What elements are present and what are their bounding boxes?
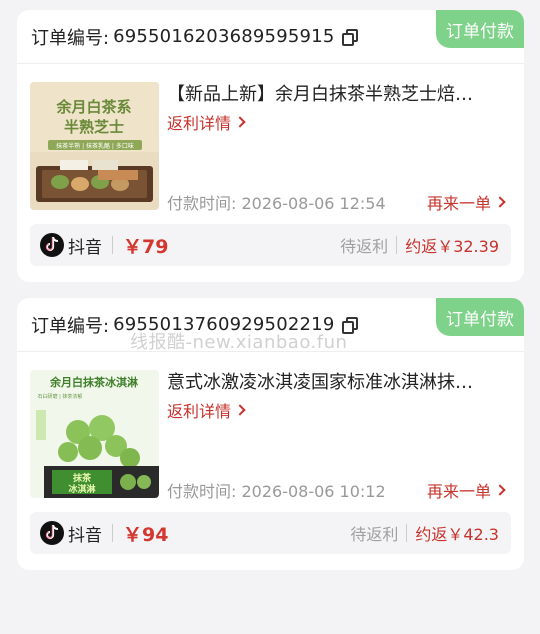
order-number: 6955016203689595915: [113, 26, 335, 47]
order-number-label: 订单编号:: [31, 27, 110, 49]
order-amount: ￥79: [123, 235, 169, 258]
order-summary-bar: 抖音 ￥79 待返利 约返￥32.39: [30, 224, 511, 266]
rebate-status: 待返利: [340, 237, 389, 256]
pay-time: 付款时间: 2026-08-06 10:12: [167, 482, 386, 501]
order-header: 订单编号: 6955016203689595915 订单付款: [17, 10, 524, 64]
chevron-right-icon: [494, 484, 506, 496]
status-badge: 订单付款: [436, 298, 524, 336]
order-amount: ￥94: [123, 523, 169, 546]
reorder-label: 再来一单: [426, 482, 491, 501]
rebate-status: 待返利: [350, 525, 399, 544]
reorder-label: 再来一单: [426, 194, 491, 213]
image-subtext: 抹茶半熟 | 抹茶乳酪 | 多口味: [56, 142, 134, 150]
order-header: 订单编号: 6955013760929502219 订单付款: [17, 298, 524, 352]
divider: [406, 524, 408, 542]
order-summary-bar: 抖音 ￥94 待返利 约返￥42.3: [30, 512, 511, 554]
copy-icon[interactable]: [342, 28, 360, 46]
chevron-right-icon: [494, 196, 506, 208]
image-box-text1: 抹茶: [73, 472, 92, 484]
order-card[interactable]: 订单编号: 6955013760929502219 订单付款 余月白抹茶冰淇淋 …: [17, 298, 524, 570]
order-number-label: 订单编号:: [31, 315, 110, 337]
divider: [396, 236, 398, 254]
image-text-line1: 余月白抹茶冰淇淋: [49, 375, 138, 389]
image-text-line1: 余月白茶系: [55, 98, 131, 116]
product-title[interactable]: 意式冰激凌冰淇凌国家标准冰淇淋抹…: [167, 368, 507, 394]
image-box-text2: 冰淇淋: [68, 483, 95, 495]
chevron-right-icon: [234, 116, 246, 128]
chevron-right-icon: [234, 404, 246, 416]
divider: [112, 236, 113, 254]
estimated-rebate: 约返￥42.3: [415, 525, 499, 544]
status-badge: 订单付款: [436, 10, 524, 48]
platform-name: 抖音: [68, 525, 102, 546]
image-subtext: 石臼研磨 | 抹茶浓郁: [38, 393, 83, 400]
reorder-button[interactable]: 再来一单: [426, 478, 506, 502]
rebate-detail-label: 返利详情: [167, 114, 232, 133]
order-card[interactable]: 订单编号: 6955016203689595915 订单付款 余月白茶系 半熟芝…: [17, 10, 524, 282]
order-number: 6955013760929502219: [113, 314, 335, 335]
product-title[interactable]: 【新品上新】余月白抹茶半熟芝士焙…: [167, 80, 507, 106]
divider: [112, 524, 113, 542]
estimated-rebate: 约返￥32.39: [405, 237, 499, 256]
rebate-detail-link[interactable]: 返利详情: [167, 110, 246, 134]
douyin-icon: [40, 521, 64, 545]
copy-icon[interactable]: [342, 316, 360, 334]
douyin-icon: [40, 233, 64, 257]
product-image[interactable]: 余月白茶系 半熟芝士 抹茶半熟 | 抹茶乳酪 | 多口味: [30, 82, 159, 210]
pay-time: 付款时间: 2026-08-06 12:54: [167, 194, 386, 213]
rebate-detail-label: 返利详情: [167, 402, 232, 421]
platform-name: 抖音: [68, 237, 102, 258]
product-image[interactable]: 余月白抹茶冰淇淋 石臼研磨 | 抹茶浓郁 抹茶 冰淇淋: [30, 370, 159, 498]
image-text-line2: 半熟芝士: [64, 118, 124, 136]
reorder-button[interactable]: 再来一单: [426, 190, 506, 214]
rebate-detail-link[interactable]: 返利详情: [167, 398, 246, 422]
